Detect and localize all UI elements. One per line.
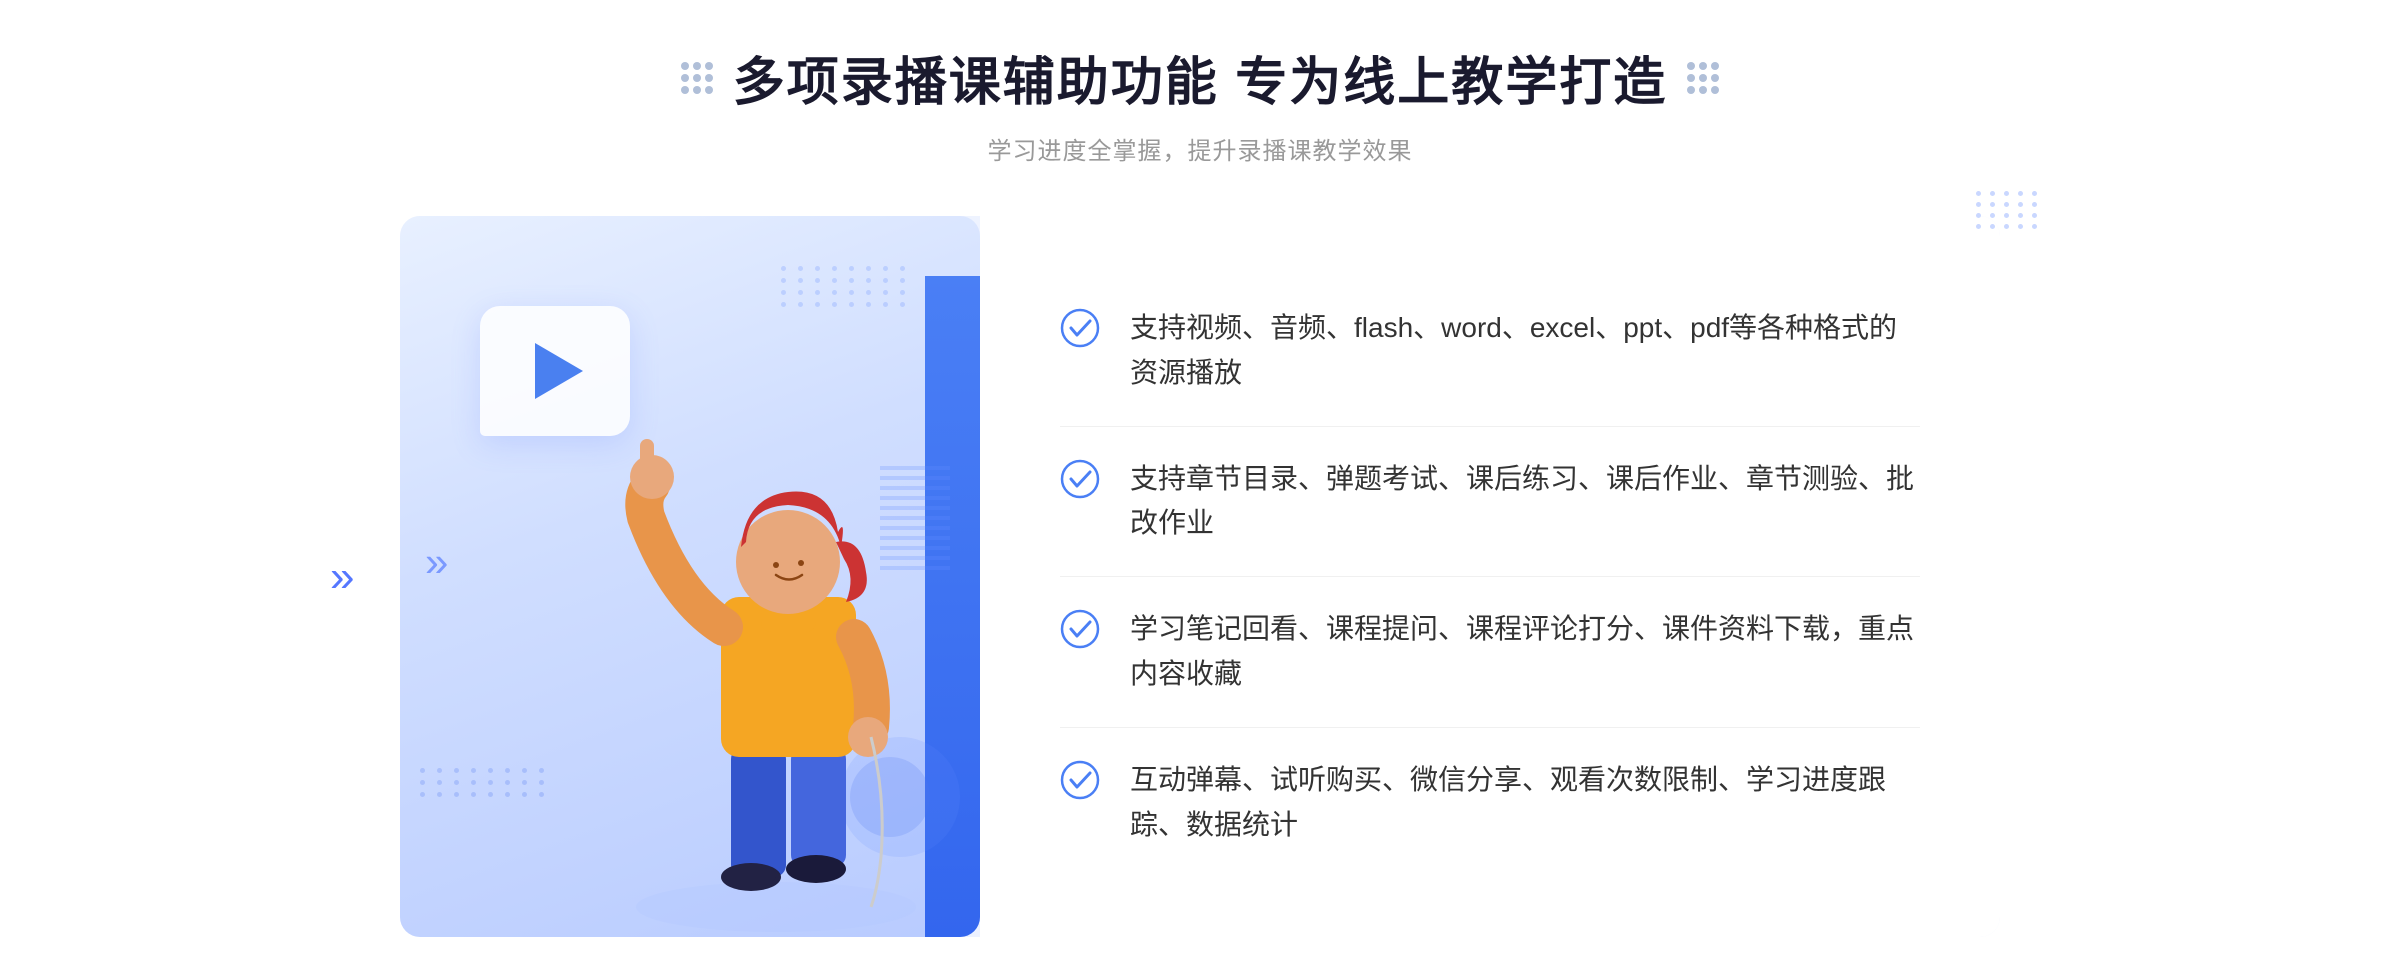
feature-item-3: 学习笔记回看、课程提问、课程评论打分、课件资料下载，重点内容收藏 bbox=[1060, 577, 1920, 728]
check-icon-4 bbox=[1060, 760, 1100, 800]
check-icon-3 bbox=[1060, 609, 1100, 649]
feature-text-4: 互动弹幕、试听购买、微信分享、观看次数限制、学习进度跟踪、数据统计 bbox=[1130, 758, 1920, 848]
feature-item-1: 支持视频、音频、flash、word、excel、ppt、pdf等各种格式的资源… bbox=[1060, 276, 1920, 427]
person-illustration bbox=[576, 377, 956, 937]
title-row: 多项录播课辅助功能 专为线上教学打造 bbox=[681, 40, 1719, 115]
dots-pattern-tr bbox=[781, 266, 910, 307]
subtitle: 学习进度全掌握，提升录播课教学效果 bbox=[988, 131, 1413, 166]
header-section: 多项录播课辅助功能 专为线上教学打造 学习进度全掌握，提升录播课教学效果 bbox=[0, 40, 2400, 166]
check-icon-2 bbox=[1060, 459, 1100, 499]
chevron-double-icon: » bbox=[425, 538, 448, 586]
feature-item-4: 互动弹幕、试听购买、微信分享、观看次数限制、学习进度跟踪、数据统计 bbox=[1060, 728, 1920, 878]
feature-item-2: 支持章节目录、弹题考试、课后练习、课后作业、章节测验、批改作业 bbox=[1060, 427, 1920, 578]
content-area: » bbox=[400, 216, 2000, 937]
outer-chevron-icon: » bbox=[330, 555, 354, 599]
page-container: 多项录播课辅助功能 专为线上教学打造 学习进度全掌握，提升录播课教学效果 » bbox=[0, 40, 2400, 937]
title-deco-right-icon bbox=[1687, 62, 1719, 94]
feature-text-1: 支持视频、音频、flash、word、excel、ppt、pdf等各种格式的资源… bbox=[1130, 306, 1920, 396]
check-icon-1 bbox=[1060, 308, 1100, 348]
left-panel: » bbox=[400, 216, 980, 937]
feature-text-3: 学习笔记回看、课程提问、课程评论打分、课件资料下载，重点内容收藏 bbox=[1130, 607, 1920, 697]
main-title: 多项录播课辅助功能 专为线上教学打造 bbox=[733, 40, 1667, 115]
title-deco-left-icon bbox=[681, 62, 713, 94]
dots-pattern-bl bbox=[420, 768, 549, 797]
right-panel: 支持视频、音频、flash、word、excel、ppt、pdf等各种格式的资源… bbox=[980, 216, 2000, 937]
outer-dots-topright bbox=[1976, 191, 2040, 229]
feature-text-2: 支持章节目录、弹题考试、课后练习、课后作业、章节测验、批改作业 bbox=[1130, 457, 1920, 547]
